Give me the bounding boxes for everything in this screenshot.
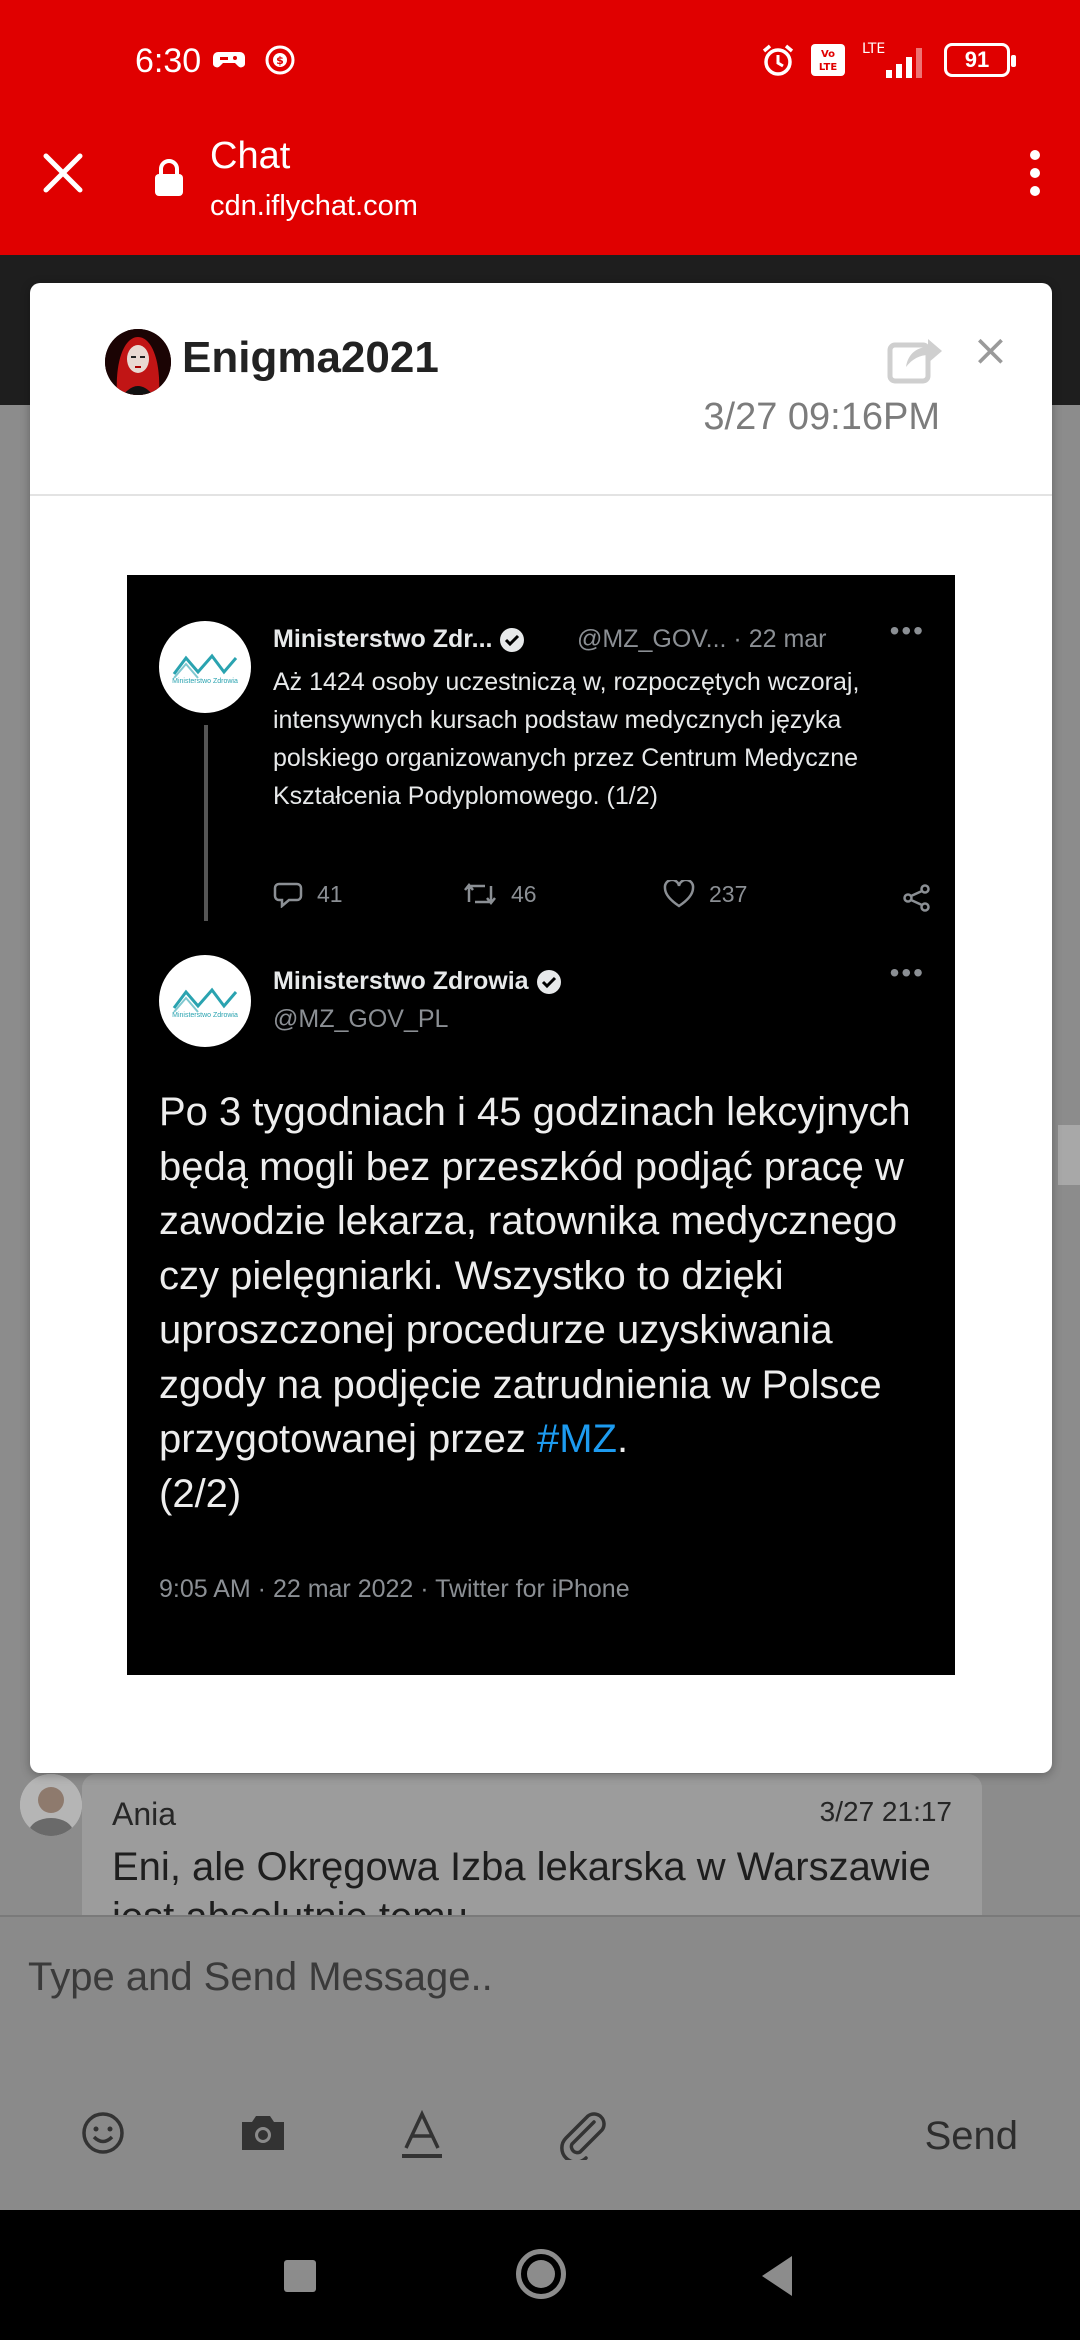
close-modal-button[interactable]: × (972, 325, 1009, 376)
modal-username: Enigma2021 (182, 333, 439, 382)
svg-text:LTE: LTE (862, 41, 885, 57)
send-button[interactable]: Send (925, 2114, 1018, 2159)
status-system-icons: Vo LTE LTE 91 (760, 40, 1016, 80)
modal-header: Enigma2021 3/27 09:16PM × (30, 283, 1052, 496)
status-notification-icons: $ (212, 44, 296, 76)
more-options-icon[interactable] (1030, 150, 1040, 196)
tweet-author-name: Ministerstwo Zdr... (273, 625, 526, 654)
message-time: 3/27 21:17 (819, 1796, 952, 1827)
tweet-actions: 41 46 237 (273, 880, 933, 920)
retweet-count: 46 (463, 880, 537, 908)
text-format-icon[interactable] (400, 2110, 444, 2160)
tweet-main-text: Po 3 tygodniach i 45 godzinach lekcyjnyc… (159, 1090, 911, 1516)
like-count: 237 (663, 880, 747, 908)
tweet-screenshot-image: Ministerstwo Zdrowia Ministerstwo Zdr...… (127, 575, 955, 1675)
close-tab-icon[interactable] (40, 150, 86, 196)
verified-badge-icon (536, 970, 561, 995)
tweet-author-name: Ministerstwo Zdrowia (273, 967, 563, 996)
tweet-text: Aż 1424 osoby uczestniczą w, rozpoczętyc… (273, 668, 860, 810)
modal-timestamp: 3/27 09:16PM (703, 396, 940, 438)
scrollbar-thumb[interactable] (1058, 1125, 1080, 1185)
avatar[interactable] (20, 1774, 82, 1836)
back-icon[interactable] (762, 2256, 792, 2296)
tweet-handle: @MZ_GOV_PL (273, 1005, 449, 1033)
dollar-circle-icon: $ (265, 45, 295, 75)
tweet-footer: 9:05 AM · 22 mar 2022 · Twitter for iPho… (159, 1575, 630, 1603)
verified-badge-icon (500, 628, 525, 653)
message-author: Ania (112, 1796, 177, 1832)
logo-caption: Ministerstwo Zdrowia (172, 677, 238, 685)
tweet-meta: @MZ_GOV... · 22 mar (577, 625, 827, 653)
tweet-more-icon: ••• (889, 615, 925, 646)
tweet-more-icon: ••• (889, 957, 925, 988)
svg-text:Vo: Vo (821, 49, 835, 60)
retweet-icon (464, 882, 496, 906)
alarm-icon (762, 44, 794, 76)
volte-icon: Vo LTE (811, 44, 845, 76)
heart-icon (663, 880, 695, 908)
attachment-icon[interactable] (556, 2110, 610, 2160)
browser-top-bar: 6:30 $ Vo LTE LTE 91 Chat cdn.iflychat.co… (0, 0, 1080, 255)
svg-text:LTE: LTE (819, 62, 838, 73)
mz-logo-icon: Ministerstwo Zdrowia (159, 621, 251, 713)
message-text: Eni, ale Okręgowa Izba lekarska w Warsza… (112, 1845, 931, 1915)
open-external-icon[interactable] (886, 333, 944, 385)
hashtag-link: #MZ (536, 1417, 617, 1461)
logo-caption: Ministerstwo Zdrowia (172, 1011, 238, 1019)
reply-icon (273, 882, 303, 908)
svg-text:$: $ (276, 54, 284, 67)
avatar[interactable] (105, 329, 171, 395)
battery-indicator: 91 (944, 43, 1016, 77)
game-controller-icon (212, 52, 246, 68)
thread-connector (204, 725, 208, 921)
lte-signal-icon: LTE (862, 41, 922, 78)
image-preview-modal: Enigma2021 3/27 09:16PM × Ministerstwo Z… (30, 283, 1052, 1773)
emoji-icon[interactable] (80, 2110, 126, 2156)
message-input[interactable] (0, 1917, 1080, 2037)
home-icon[interactable] (516, 2249, 566, 2299)
camera-icon[interactable] (238, 2110, 288, 2156)
chat-message-bubble: Ania 3/27 21:17 Eni, ale Okręgowa Izba l… (82, 1774, 982, 1915)
mz-logo-icon: Ministerstwo Zdrowia (159, 955, 251, 1047)
page-title: Chat (210, 135, 291, 177)
share-icon (903, 884, 930, 912)
message-composer (0, 1915, 1080, 2210)
url-host[interactable]: cdn.iflychat.com (210, 190, 418, 223)
recents-icon[interactable] (284, 2260, 316, 2292)
status-time: 6:30 (135, 42, 202, 80)
reply-count: 41 (273, 880, 343, 908)
lock-icon (155, 159, 183, 196)
